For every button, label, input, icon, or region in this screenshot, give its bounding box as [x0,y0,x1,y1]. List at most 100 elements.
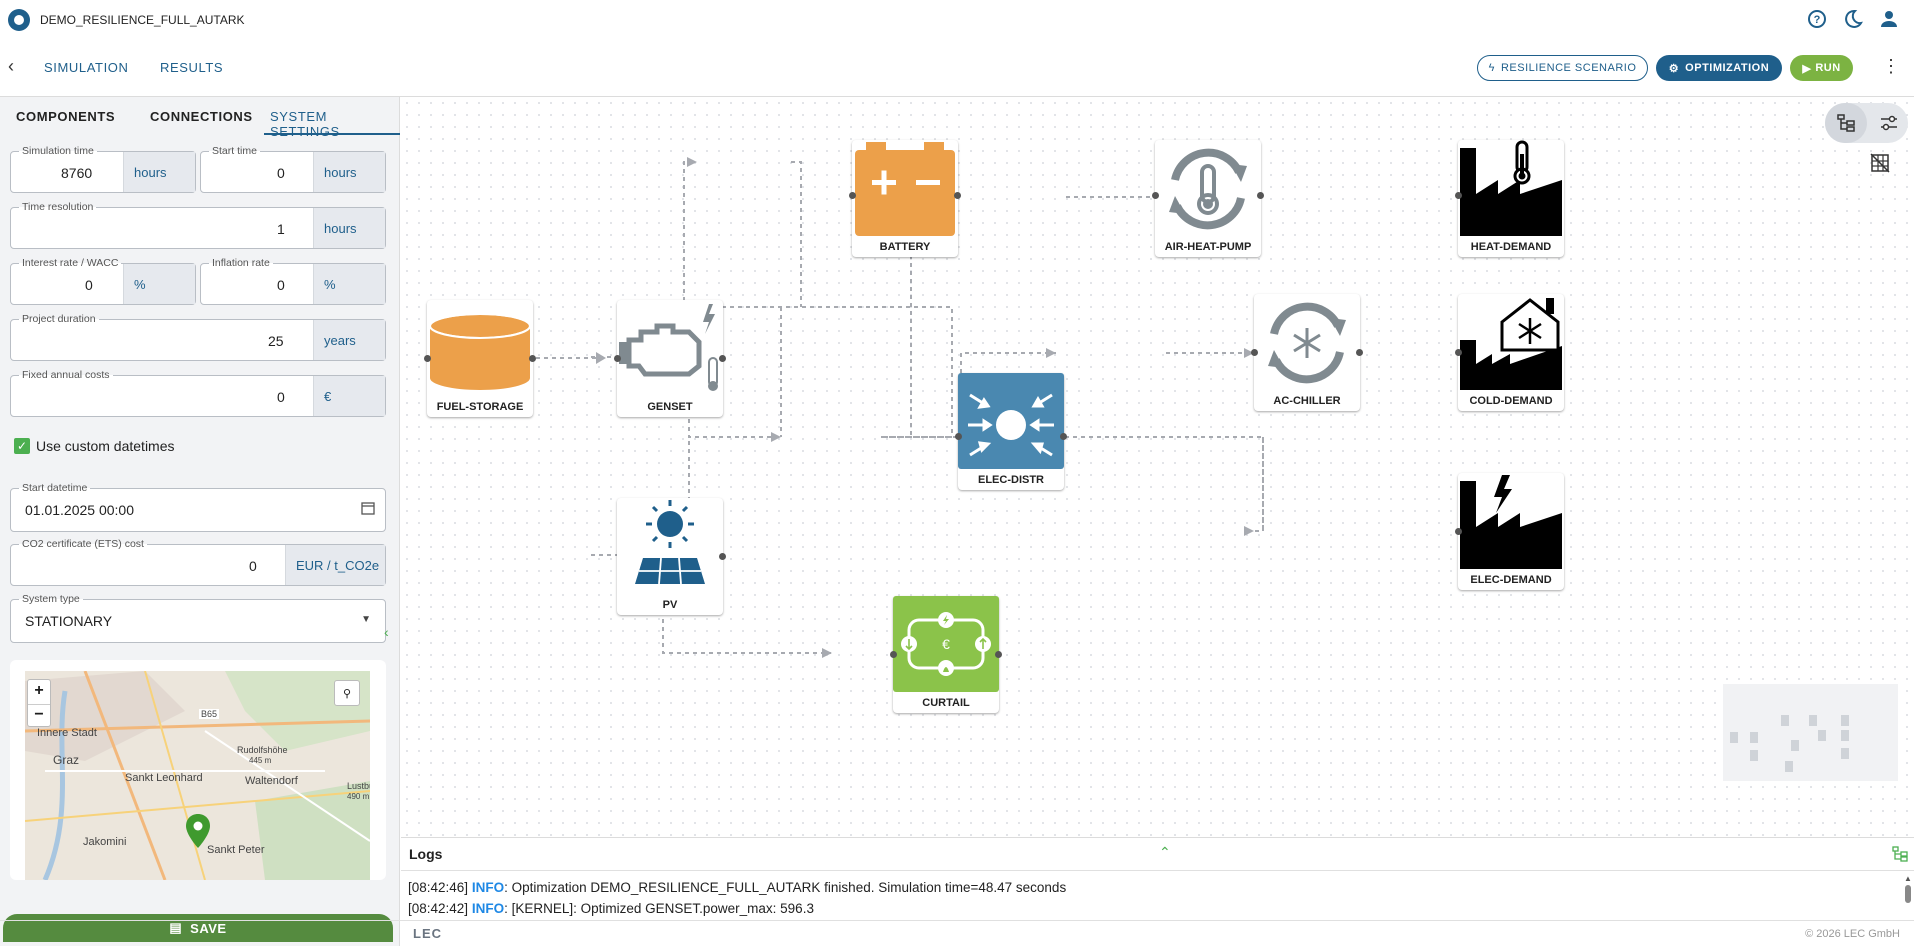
node-cold-demand[interactable]: COLD-DEMAND [1455,294,1564,411]
port[interactable] [1251,349,1258,356]
node-air-heat-pump[interactable]: AIR-HEAT-PUMP [1152,140,1264,257]
optimization-button[interactable]: ⚙ OPTIMIZATION [1656,55,1782,81]
account-icon[interactable] [1878,8,1900,30]
log-time: [08:42:42] [408,901,469,916]
node-ac-chiller[interactable]: AC-CHILLER [1251,294,1363,411]
simulation-time-label: Simulation time [19,145,97,157]
map-marker-icon[interactable] [186,814,210,853]
logs-title: Logs [409,846,443,862]
checkbox-checked-icon[interactable]: ✓ [14,438,30,454]
zoom-out-button[interactable]: − [28,704,50,727]
co2-cost-value: 0 [249,558,257,574]
node-label: CURTAIL [922,697,970,709]
more-menu-icon[interactable]: ⋮ [1882,56,1900,77]
project-duration-field[interactable]: Project duration 25 years [10,313,386,361]
tab-results[interactable]: RESULTS [160,60,223,75]
tab-simulation[interactable]: SIMULATION [44,60,129,75]
logs-scrollbar[interactable]: ▲ [1904,874,1912,914]
port[interactable] [719,553,726,560]
tab-components[interactable]: COMPONENTS [16,109,115,124]
resilience-scenario-label: RESILIENCE SCENARIO [1500,62,1637,74]
port[interactable] [1257,192,1264,199]
map-tiles[interactable]: Innere Stadt Graz Sankt Leonhard Rudolfs… [25,671,370,880]
port[interactable] [954,192,961,199]
zoom-in-button[interactable]: + [28,680,50,704]
copyright-text: © 2026 LEC GmbH [1805,928,1900,940]
top-bar: DEMO_RESILIENCE_FULL_AUTARK ? [0,0,1914,40]
interest-rate-field[interactable]: Interest rate / WACC 0 % [10,257,196,305]
port[interactable] [1455,192,1462,199]
system-type-select[interactable]: System type STATIONARY ▼ [10,593,386,643]
port[interactable] [1356,349,1363,356]
minimap-node [1785,761,1793,772]
node-label: PV [662,599,678,611]
node-pv[interactable]: PV [617,498,726,615]
port[interactable] [1455,349,1462,356]
minimap-node [1781,715,1789,726]
port[interactable] [995,651,1002,658]
custom-datetimes-checkbox[interactable]: ✓ Use custom datetimes [14,438,175,454]
dark-mode-icon[interactable] [1842,8,1864,30]
run-button[interactable]: ▶ RUN [1790,55,1853,81]
minimap-node [1841,730,1849,741]
save-button[interactable]: ▤ SAVE [3,914,393,942]
app-logo[interactable] [8,9,30,31]
node-label: HEAT-DEMAND [1470,241,1552,253]
simulation-time-field[interactable]: Simulation time 8760 hours [10,145,196,193]
collapse-sidebar-icon[interactable]: ‹ [384,624,389,640]
inflation-rate-value: 0 [277,277,285,293]
svg-text:€: € [942,636,950,652]
fixed-annual-costs-label: Fixed annual costs [19,369,113,381]
project-duration-unit: years [313,320,385,360]
node-elec-demand[interactable]: ELEC-DEMAND [1455,473,1564,590]
map-search-icon[interactable]: ⚲ [334,680,360,706]
canvas-view-toggle [1825,103,1908,143]
location-map[interactable]: Innere Stadt Graz Sankt Leonhard Rudolfs… [10,660,386,880]
tab-connections[interactable]: CONNECTIONS [150,109,253,124]
port[interactable] [1455,528,1462,535]
start-datetime-field[interactable]: Start datetime 01.01.2025 00:00 [10,482,386,532]
resilience-scenario-button[interactable]: ϟ RESILIENCE SCENARIO [1477,55,1648,81]
map-label: 445 m [249,756,272,765]
save-label: SAVE [190,920,227,936]
node-elec-distr[interactable]: ELEC-DISTR [955,373,1067,490]
back-arrow-icon[interactable]: ‹ [8,56,14,77]
logs-tree-icon[interactable] [1892,846,1908,867]
port[interactable] [529,355,536,362]
interest-rate-value: 0 [85,277,93,293]
document-icon: ▤ [169,920,183,935]
time-resolution-value: 1 [277,221,285,237]
node-label: ELEC-DEMAND [1470,574,1552,586]
dropdown-arrow-icon[interactable]: ▼ [361,614,371,625]
system-type-label: System type [19,593,83,605]
inflation-rate-field[interactable]: Inflation rate 0 % [200,257,386,305]
curtail-icon: € [893,596,999,692]
port[interactable] [1152,192,1159,199]
collapse-logs-icon[interactable]: ⌃ [1159,844,1171,861]
canvas-minimap[interactable] [1723,684,1898,781]
co2-cost-field[interactable]: CO2 certificate (ETS) cost 0 EUR / t_CO2… [10,538,386,586]
calendar-icon[interactable] [361,501,375,520]
port[interactable] [890,651,897,658]
tree-layout-icon[interactable] [1825,103,1867,143]
node-heat-demand[interactable]: HEAT-DEMAND [1455,140,1564,257]
time-resolution-label: Time resolution [19,201,97,213]
node-genset[interactable]: GENSET [614,300,726,417]
port[interactable] [849,192,856,199]
settings-sliders-icon[interactable] [1869,103,1909,143]
start-time-unit: hours [313,152,385,192]
grid-off-icon[interactable] [1870,153,1890,178]
port[interactable] [614,355,621,362]
system-canvas[interactable]: BATTERY AIR-HEAT-PUMP HEAT-DEMAND FUEL-S… [401,97,1914,837]
node-battery[interactable]: BATTERY [849,140,961,257]
fixed-annual-costs-field[interactable]: Fixed annual costs 0 € [10,369,386,417]
port[interactable] [424,355,431,362]
node-fuel-storage[interactable]: FUEL-STORAGE [424,300,536,417]
port[interactable] [719,355,726,362]
port[interactable] [955,433,962,440]
time-resolution-field[interactable]: Time resolution 1 hours [10,201,386,249]
port[interactable] [1060,433,1067,440]
help-icon[interactable]: ? [1806,8,1828,30]
start-time-field[interactable]: Start time 0 hours [200,145,386,193]
node-curtail[interactable]: € CURTAIL [890,596,1002,713]
